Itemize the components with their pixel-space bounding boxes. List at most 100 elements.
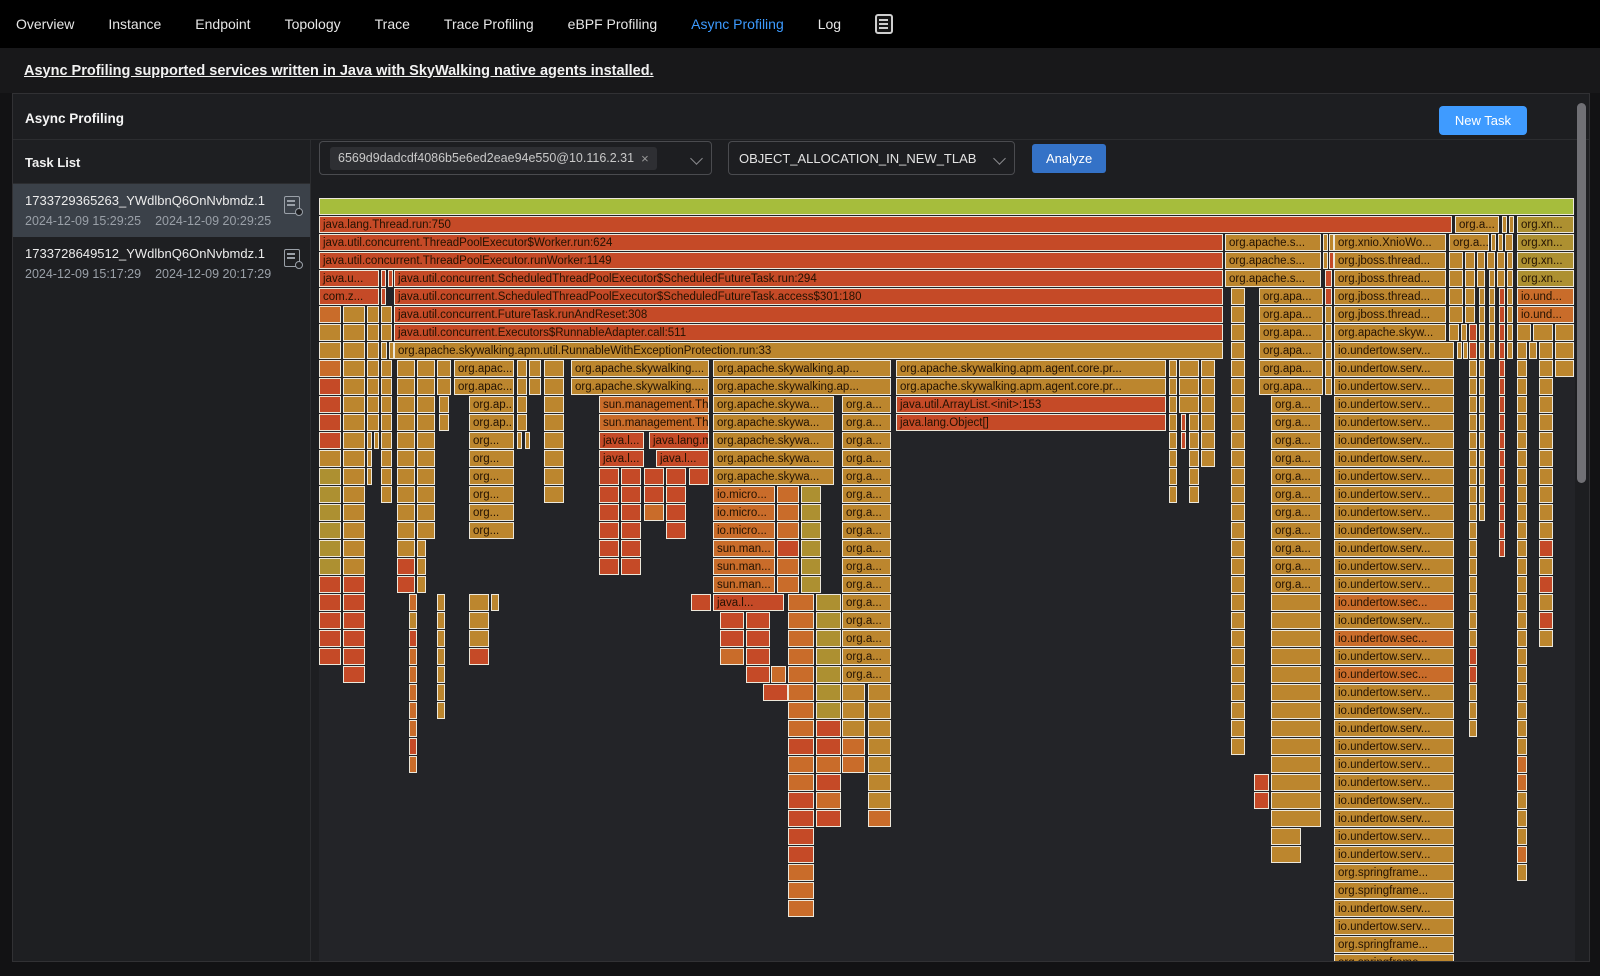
flame-frame[interactable] [801, 504, 821, 521]
flame-frame[interactable]: org.apache.s... [1225, 252, 1321, 269]
flame-frame[interactable] [319, 594, 341, 611]
flame-frame[interactable]: io.undertow.sec... [1334, 630, 1454, 647]
nav-item-trace-profiling[interactable]: Trace Profiling [444, 16, 534, 32]
flame-frame[interactable] [1477, 270, 1485, 287]
flame-frame[interactable] [397, 558, 415, 575]
flame-frame[interactable] [1254, 792, 1269, 809]
supported-services-link[interactable]: Async Profiling supported services writt… [24, 63, 654, 79]
flame-frame[interactable]: org.a... [1455, 216, 1499, 233]
flame-frame[interactable] [1469, 324, 1477, 341]
flame-frame[interactable] [1479, 324, 1485, 341]
flame-frame[interactable] [1479, 504, 1485, 521]
flame-frame[interactable] [788, 648, 814, 665]
flame-frame[interactable]: io.undertow.serv... [1334, 720, 1454, 737]
flame-frame[interactable] [816, 792, 841, 809]
flame-frame[interactable] [1231, 468, 1245, 485]
flame-frame[interactable] [1517, 594, 1527, 611]
flame-frame[interactable] [1479, 342, 1485, 359]
flame-frame[interactable]: java.l... [599, 432, 644, 449]
flame-frame[interactable] [1539, 342, 1553, 359]
flame-frame[interactable] [788, 738, 814, 755]
flame-frame[interactable]: org.apache.skywa... [713, 468, 834, 485]
flame-frame[interactable] [437, 648, 445, 665]
flame-frame[interactable] [367, 360, 379, 377]
flame-frame[interactable] [621, 486, 641, 503]
flame-frame[interactable]: org.a... [842, 468, 891, 485]
nav-item-endpoint[interactable]: Endpoint [195, 16, 250, 32]
flame-frame[interactable] [381, 468, 392, 485]
flame-frame[interactable] [801, 486, 821, 503]
flame-frame[interactable] [788, 666, 814, 683]
flame-frame[interactable] [319, 378, 341, 395]
flame-frame[interactable] [1469, 450, 1477, 467]
flame-frame[interactable]: org.a... [842, 558, 891, 575]
flame-frame[interactable] [1517, 378, 1527, 395]
flame-frame[interactable] [367, 432, 372, 449]
flame-frame[interactable] [746, 630, 770, 647]
flame-frame[interactable] [343, 666, 365, 683]
view-task-detail-icon[interactable] [284, 249, 300, 267]
flame-frame[interactable]: java.util.concurrent.ScheduledThreadPool… [394, 288, 1223, 305]
flame-frame[interactable]: io.undertow.serv... [1334, 918, 1454, 935]
flame-frame[interactable] [1517, 720, 1527, 737]
flame-frame[interactable]: org.a... [1271, 522, 1321, 539]
flame-frame[interactable] [319, 648, 341, 665]
flame-frame[interactable]: java.lang.Thread.run:750 [319, 216, 1452, 233]
flame-frame[interactable] [1271, 630, 1321, 647]
flame-frame[interactable] [343, 432, 365, 449]
flame-frame[interactable] [1517, 702, 1527, 719]
flame-frame[interactable] [417, 360, 435, 377]
flame-frame[interactable] [343, 576, 365, 593]
flame-frame[interactable] [816, 684, 841, 701]
flame-frame[interactable] [816, 648, 841, 665]
flame-frame[interactable]: io.undertow.serv... [1334, 648, 1454, 665]
nav-item-async-profiling[interactable]: Async Profiling [691, 16, 784, 32]
flame-frame[interactable] [1507, 252, 1513, 269]
flame-frame[interactable] [1271, 720, 1321, 737]
flame-frame[interactable]: org.ap... [469, 414, 514, 431]
flame-frame[interactable] [319, 612, 341, 629]
flame-frame[interactable] [437, 630, 445, 647]
flame-frame[interactable] [1457, 342, 1462, 359]
flame-frame[interactable] [1517, 576, 1527, 593]
flame-frame[interactable]: io.undertow.serv... [1334, 558, 1454, 575]
flame-frame[interactable] [1201, 360, 1215, 377]
flame-frame[interactable]: io.undertow.serv... [1334, 468, 1454, 485]
flame-frame[interactable] [319, 468, 341, 485]
flame-frame[interactable] [1539, 576, 1553, 593]
flame-frame[interactable] [417, 576, 426, 593]
flame-frame[interactable]: org.a... [1271, 504, 1321, 521]
flame-frame[interactable] [1517, 396, 1527, 413]
flame-frame[interactable] [1231, 702, 1245, 719]
flame-frame[interactable] [1231, 414, 1245, 431]
flame-frame[interactable] [1271, 594, 1321, 611]
flame-frame[interactable] [1489, 342, 1495, 359]
flame-scrollbar-thumb[interactable] [1577, 103, 1586, 483]
flame-frame[interactable] [788, 756, 814, 773]
flame-frame[interactable]: io.undertow.sec... [1334, 666, 1454, 683]
flame-frame[interactable] [1169, 432, 1177, 449]
flame-frame[interactable] [801, 576, 821, 593]
flame-frame[interactable]: org.a... [1271, 540, 1321, 557]
flame-frame[interactable] [397, 522, 415, 539]
flame-frame[interactable] [367, 306, 379, 323]
flame-frame[interactable]: io.undertow.serv... [1334, 540, 1454, 557]
flame-frame[interactable] [788, 846, 814, 863]
flame-frame[interactable] [1539, 630, 1553, 647]
flame-frame[interactable] [868, 792, 891, 809]
nav-item-ebpf-profiling[interactable]: eBPF Profiling [568, 16, 657, 32]
flame-frame[interactable]: org.springframe... [1334, 882, 1454, 899]
flame-frame[interactable] [1231, 612, 1245, 629]
flame-frame[interactable] [666, 486, 686, 503]
flame-frame[interactable] [816, 774, 841, 791]
flame-frame[interactable] [1517, 756, 1527, 773]
flame-frame[interactable] [777, 540, 799, 557]
flame-frame[interactable] [621, 540, 641, 557]
flame-frame[interactable]: org.a... [842, 522, 891, 539]
flame-frame[interactable]: io.undertow.serv... [1334, 810, 1454, 827]
flame-frame[interactable] [1271, 810, 1321, 827]
flame-frame[interactable]: org.a... [1271, 432, 1321, 449]
flame-frame[interactable] [1497, 270, 1505, 287]
flame-frame[interactable] [621, 468, 641, 485]
flame-frame[interactable] [1469, 396, 1477, 413]
